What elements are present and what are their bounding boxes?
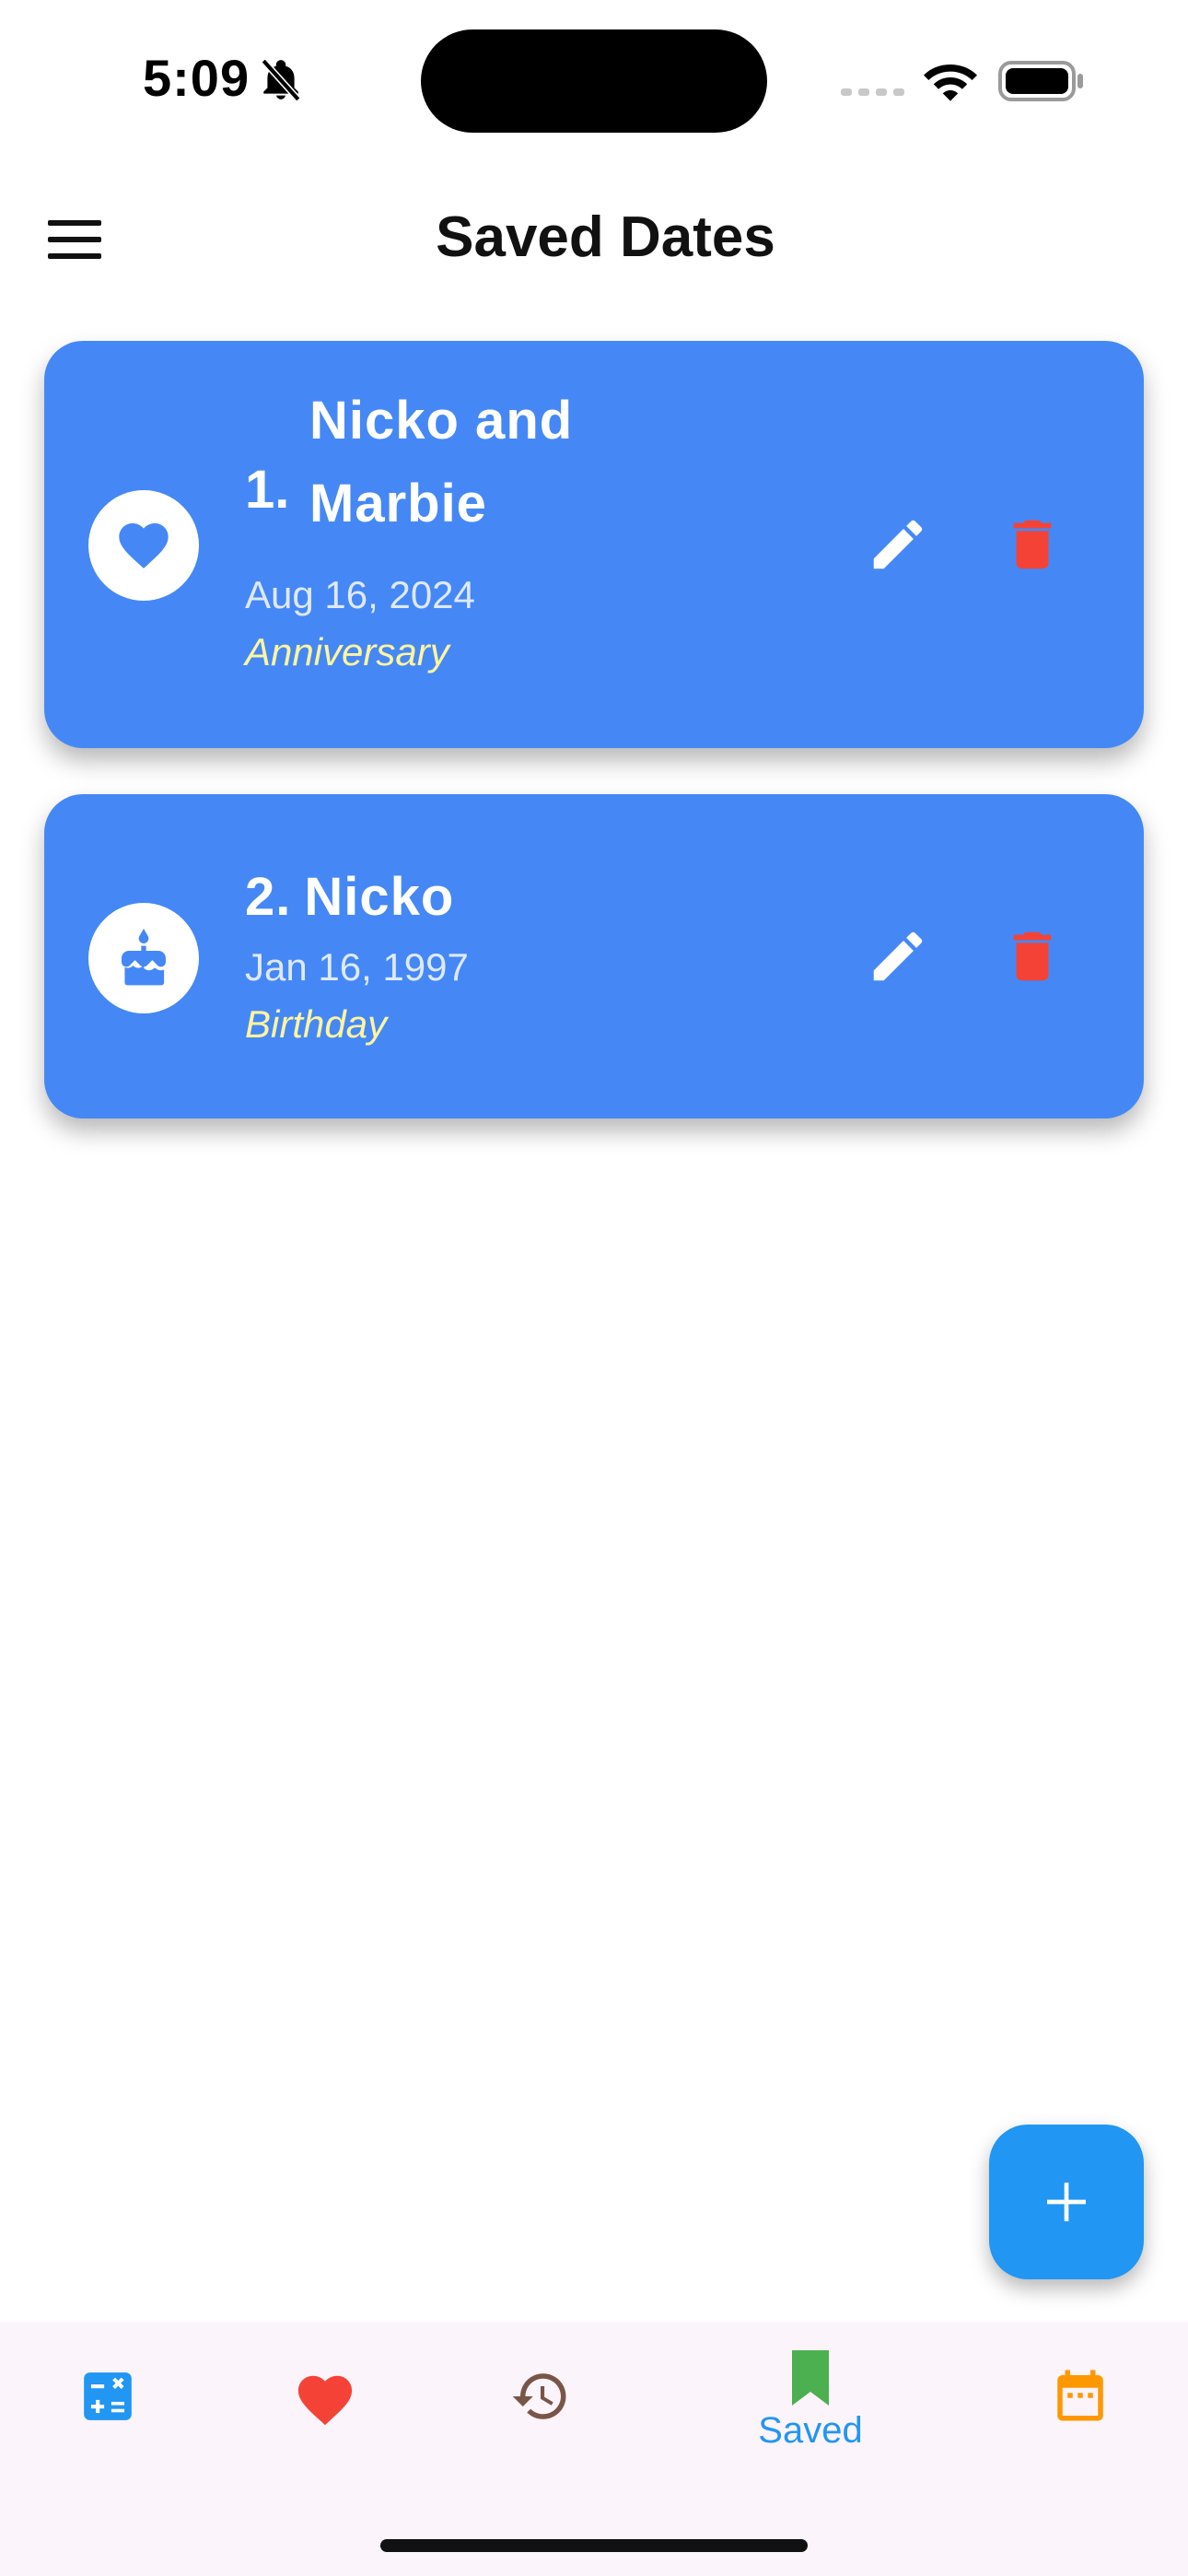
card-date: Aug 16, 2024 [245, 573, 475, 616]
birthday-avatar [88, 903, 199, 1013]
add-date-button[interactable] [989, 2125, 1144, 2279]
card-index: 1. [245, 460, 290, 520]
trash-icon [1013, 931, 1052, 981]
nav-saved-label: Saved [758, 2410, 863, 2451]
status-time: 5:09 [143, 49, 250, 107]
heart-icon [297, 2375, 353, 2426]
pencil-icon [873, 520, 923, 569]
plus-icon [1047, 2183, 1086, 2221]
edit-button[interactable] [866, 924, 930, 989]
wifi-icon [924, 64, 977, 101]
card-index: 2. [245, 867, 292, 927]
trash-icon [1013, 520, 1052, 569]
home-indicator [380, 2539, 808, 2552]
saved-date-card[interactable]: 2. Nicko Jan 16, 1997 Birthday [44, 794, 1144, 1118]
card-type: Anniversary [245, 630, 449, 673]
cellular-signal-icon [841, 88, 904, 96]
nav-calendar[interactable] [1050, 2364, 1111, 2427]
anniversary-avatar [88, 490, 199, 601]
bell-slash-icon [261, 58, 301, 102]
history-icon [512, 2373, 566, 2419]
card-name: Nicko [304, 867, 455, 927]
heart-icon [119, 523, 169, 568]
card-name: Nicko and Marbie [309, 391, 574, 533]
card-date: Jan 16, 1997 [245, 945, 469, 989]
edit-button[interactable] [866, 512, 930, 577]
bookmark-icon [792, 2350, 829, 2406]
calculator-icon [84, 2372, 132, 2420]
status-bar: 5:09 [0, 0, 1188, 157]
delete-button[interactable] [1000, 924, 1065, 989]
page-title: Saved Dates [436, 205, 775, 269]
nav-favorites[interactable] [293, 2368, 357, 2427]
battery-icon [998, 61, 1083, 101]
card-title: 2. Nicko [245, 866, 467, 928]
nav-calculator[interactable] [79, 2368, 136, 2425]
nav-history[interactable] [508, 2366, 573, 2427]
cake-icon [122, 929, 166, 986]
delete-button[interactable] [1000, 512, 1065, 577]
dynamic-island [421, 29, 767, 133]
calendar-icon [1057, 2370, 1103, 2421]
bottom-navigation: Saved [0, 2322, 1188, 2576]
saved-date-card[interactable]: 1. Nicko and Marbie Aug 16, 2024 Anniver… [44, 341, 1144, 748]
pencil-icon [873, 931, 923, 981]
card-type: Birthday [245, 1002, 388, 1046]
nav-saved[interactable]: Saved [755, 2349, 866, 2452]
